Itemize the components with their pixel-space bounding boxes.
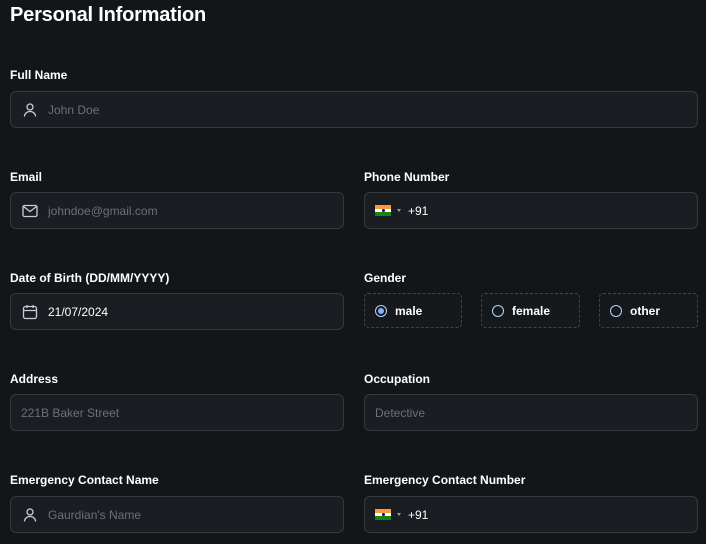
occupation-field[interactable]: Detective [364, 394, 698, 431]
gender-option-female[interactable]: female [481, 293, 580, 328]
occupation-placeholder: Detective [375, 405, 426, 420]
phone-field[interactable]: +91 [364, 192, 698, 229]
address-placeholder: 221B Baker Street [21, 405, 120, 420]
occupation-label: Occupation [364, 372, 431, 386]
mail-icon [21, 202, 39, 220]
emergency-number-value: +91 [408, 507, 429, 522]
address-field[interactable]: 221B Baker Street [10, 394, 344, 431]
gender-option-other[interactable]: other [599, 293, 698, 328]
chevron-down-icon[interactable] [397, 513, 401, 516]
page-title: Personal Information [10, 4, 207, 26]
emergency-number-label: Emergency Contact Number [364, 473, 526, 487]
gender-option-label: female [512, 303, 551, 318]
full-name-field[interactable]: John Doe [10, 91, 698, 128]
india-flag-icon[interactable] [375, 509, 391, 520]
gender-label: Gender [364, 271, 407, 285]
personal-information-form: Personal Information Full Name John Doe … [0, 0, 706, 544]
user-icon [21, 506, 39, 524]
india-flag-icon[interactable] [375, 205, 391, 216]
email-field[interactable]: johndoe@gmail.com [10, 192, 344, 229]
radio-checked-icon[interactable] [375, 304, 387, 317]
gender-option-male[interactable]: male [364, 293, 462, 328]
email-label: Email [10, 170, 43, 184]
emergency-number-field[interactable]: +91 [364, 496, 698, 533]
full-name-label: Full Name [10, 68, 68, 82]
phone-label: Phone Number [364, 170, 450, 184]
radio-unchecked-icon[interactable] [610, 304, 622, 317]
emergency-name-label: Emergency Contact Name [10, 473, 159, 487]
dob-field[interactable]: 21/07/2024 [10, 293, 344, 330]
dob-value: 21/07/2024 [48, 304, 109, 319]
address-label: Address [10, 372, 59, 386]
calendar-icon[interactable] [21, 303, 39, 321]
email-placeholder: johndoe@gmail.com [48, 203, 158, 218]
user-icon [21, 101, 39, 119]
emergency-name-placeholder: Gaurdian's Name [48, 507, 141, 522]
chevron-down-icon[interactable] [397, 209, 401, 212]
gender-option-label: other [630, 303, 660, 318]
emergency-name-field[interactable]: Gaurdian's Name [10, 496, 344, 533]
phone-value: +91 [408, 203, 429, 218]
dob-label: Date of Birth (DD/MM/YYYY) [10, 271, 170, 285]
gender-option-label: male [395, 303, 423, 318]
radio-unchecked-icon[interactable] [492, 304, 504, 317]
full-name-placeholder: John Doe [48, 102, 100, 117]
